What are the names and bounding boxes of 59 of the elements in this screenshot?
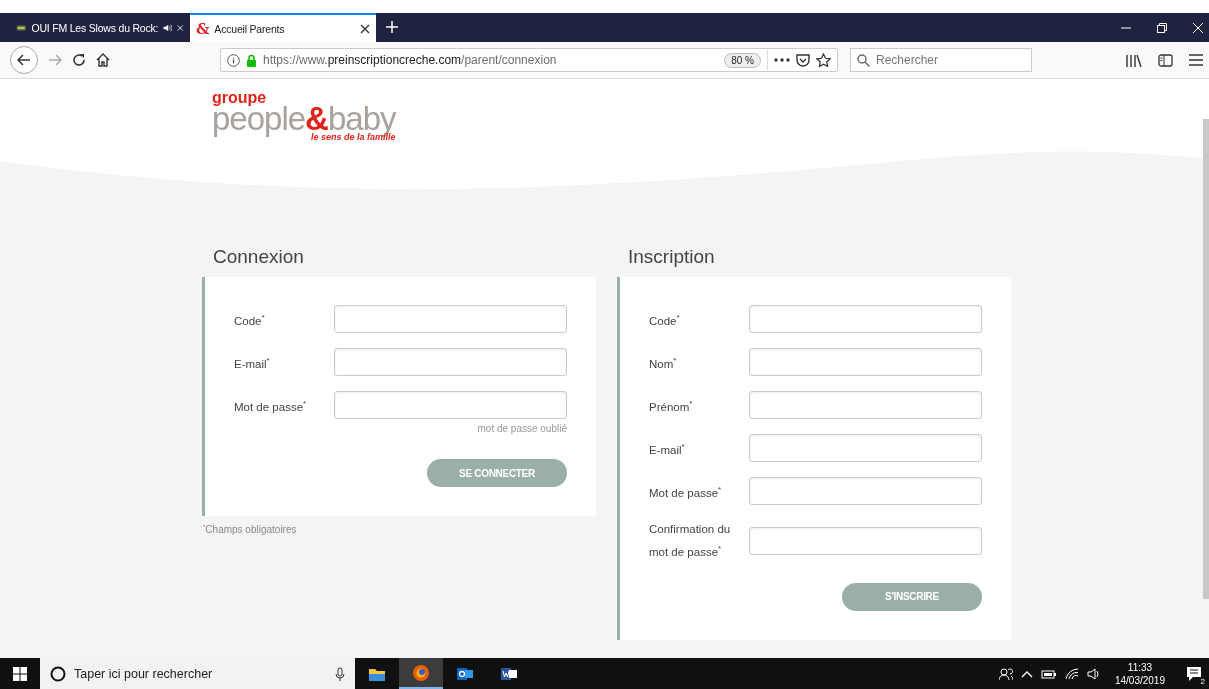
zoom-level[interactable]: 80 %	[724, 52, 761, 68]
menu-icon[interactable]	[1189, 54, 1203, 66]
microphone-icon	[335, 666, 345, 681]
browser-icon	[412, 663, 430, 682]
scrollbar[interactable]	[1203, 119, 1209, 599]
sidebar-icon[interactable]	[1158, 53, 1173, 67]
ampersand-icon: &	[196, 19, 210, 38]
circle-icon	[50, 665, 66, 682]
battery-icon[interactable]	[1040, 668, 1057, 679]
star-icon[interactable]	[816, 53, 831, 67]
url-text: https://www.preinscriptioncreche.com/parent/connexion	[263, 53, 558, 67]
field-label: E-mail$^{*}$	[234, 354, 271, 372]
reload-icon[interactable]	[72, 53, 86, 67]
field-label: Prénom$^{*}$	[649, 397, 694, 415]
field-label: Code$^{*}$	[649, 311, 681, 329]
input-field[interactable]	[334, 348, 567, 376]
input-field[interactable]	[334, 305, 567, 333]
field-label: Nom$^{*}$	[649, 354, 678, 372]
input-field[interactable]	[749, 305, 982, 333]
search-field[interactable]: Rechercher	[850, 48, 1032, 72]
chevron-up-icon[interactable]	[1020, 669, 1033, 678]
plus-icon[interactable]	[386, 20, 398, 33]
browser-tab[interactable]: OUI FM Les Slows du Rock:	[10, 13, 190, 42]
more-icon[interactable]	[774, 58, 790, 62]
lock-icon	[246, 53, 257, 67]
input-field[interactable]	[334, 391, 567, 419]
address-bar[interactable]: https://www.preinscriptioncreche.com/parent/connexion 80 %	[220, 48, 838, 72]
browser-tab[interactable]: & Accueil Parents	[190, 13, 376, 42]
speech-bubble-icon	[1186, 665, 1202, 682]
people-icon[interactable]	[998, 666, 1013, 681]
clock[interactable]: 11:33 14/03/2019	[1114, 660, 1165, 687]
pocket-icon[interactable]	[796, 53, 810, 67]
speaker-icon[interactable]	[1086, 667, 1101, 680]
close-icon[interactable]	[177, 22, 184, 33]
input-field[interactable]	[749, 526, 982, 555]
input-field[interactable]	[749, 477, 982, 505]
search-icon	[857, 53, 870, 67]
field-label: Code$^{*}$	[234, 311, 266, 329]
input-field[interactable]	[749, 434, 982, 462]
input-field[interactable]	[749, 348, 982, 376]
home-icon[interactable]	[96, 53, 110, 67]
taskbar-search-field[interactable]: Taper ici pour rechercher	[40, 658, 355, 689]
restore-icon[interactable]	[1157, 22, 1167, 33]
form-title: Connexion	[213, 246, 305, 268]
required-fields-note: $^{*}$Champs obligatoires	[203, 524, 298, 536]
windows-icon	[13, 666, 27, 681]
notification-count: 2	[1198, 676, 1207, 686]
close-icon[interactable]	[360, 23, 370, 34]
field-label: Confirmation du mot de passe$^{*}$	[649, 522, 732, 560]
field-label: Mot de passe$^{*}$	[234, 397, 308, 415]
info-icon	[227, 53, 240, 67]
field-label: Mot de passe$^{*}$	[649, 483, 723, 501]
wifi-icon[interactable]	[1064, 667, 1079, 680]
arrow-left-icon	[17, 54, 31, 66]
input-field[interactable]	[749, 391, 982, 419]
form-title: Inscription	[628, 246, 716, 268]
library-icon[interactable]	[1126, 53, 1142, 67]
field-label: E-mail$^{*}$	[649, 440, 686, 458]
back-button[interactable]	[10, 46, 38, 74]
